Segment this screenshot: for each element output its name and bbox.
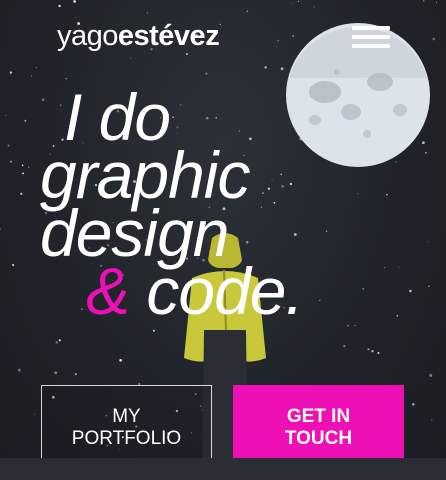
star <box>130 57 132 59</box>
star <box>185 52 188 56</box>
star <box>398 266 400 268</box>
star <box>9 160 13 163</box>
star <box>377 351 380 355</box>
star <box>74 17 76 19</box>
star <box>35 67 37 69</box>
star <box>357 193 359 195</box>
star <box>31 75 32 77</box>
portfolio-label-line-2: PORTFOLIO <box>71 428 182 449</box>
star <box>33 413 35 415</box>
brand-logo-light: yago <box>57 20 118 52</box>
star <box>297 0 300 3</box>
menu-bar-bottom <box>352 44 390 48</box>
bottom-edge-bar <box>0 458 446 480</box>
star <box>5 114 7 116</box>
headline-line-4: & code. <box>40 258 304 324</box>
hero-headline: I do graphic design & code. <box>40 84 304 324</box>
star <box>11 263 15 267</box>
brand-logo-bold: estévez <box>117 20 220 52</box>
star <box>73 0 76 3</box>
star <box>58 339 61 342</box>
star <box>0 228 1 230</box>
star <box>17 368 21 372</box>
star <box>246 10 249 13</box>
star <box>367 348 370 351</box>
star <box>432 37 436 41</box>
star <box>9 71 13 74</box>
star <box>119 358 122 362</box>
star <box>371 350 374 353</box>
star <box>354 324 356 327</box>
star <box>409 289 412 293</box>
menu-bar-middle <box>352 35 390 39</box>
star <box>412 403 415 406</box>
star <box>74 373 77 376</box>
star <box>431 419 433 421</box>
star <box>347 325 349 327</box>
star <box>205 72 208 75</box>
star <box>20 192 23 195</box>
star <box>275 46 277 48</box>
star <box>428 285 430 288</box>
star <box>362 287 365 290</box>
star <box>291 3 293 5</box>
star <box>396 315 399 317</box>
brand-logo[interactable]: yagoestévez <box>57 20 220 53</box>
star <box>383 266 386 269</box>
star <box>7 144 10 147</box>
star <box>429 373 433 377</box>
star <box>146 12 148 14</box>
star <box>21 164 24 167</box>
portfolio-label-line-1: MY <box>112 406 141 427</box>
star <box>54 371 58 375</box>
star <box>436 1 438 3</box>
star <box>427 241 429 243</box>
star <box>27 166 30 168</box>
star <box>55 341 59 344</box>
touch-label-line-1: GET IN <box>286 406 351 427</box>
star <box>343 344 346 348</box>
star <box>24 119 27 122</box>
star <box>152 329 156 332</box>
star <box>58 4 61 8</box>
star <box>422 0 425 2</box>
star <box>277 39 280 42</box>
star <box>313 6 315 8</box>
star <box>386 193 388 196</box>
touch-label-line-2: TOUCH <box>284 428 353 449</box>
star <box>326 230 328 232</box>
headline-code-word: code. <box>146 254 303 328</box>
star <box>280 67 284 71</box>
hamburger-menu-icon[interactable] <box>350 24 392 50</box>
star <box>264 66 267 69</box>
star <box>219 23 222 26</box>
menu-bar-top <box>352 26 390 30</box>
star <box>22 172 25 175</box>
star <box>319 299 321 302</box>
ampersand: & <box>86 254 130 328</box>
